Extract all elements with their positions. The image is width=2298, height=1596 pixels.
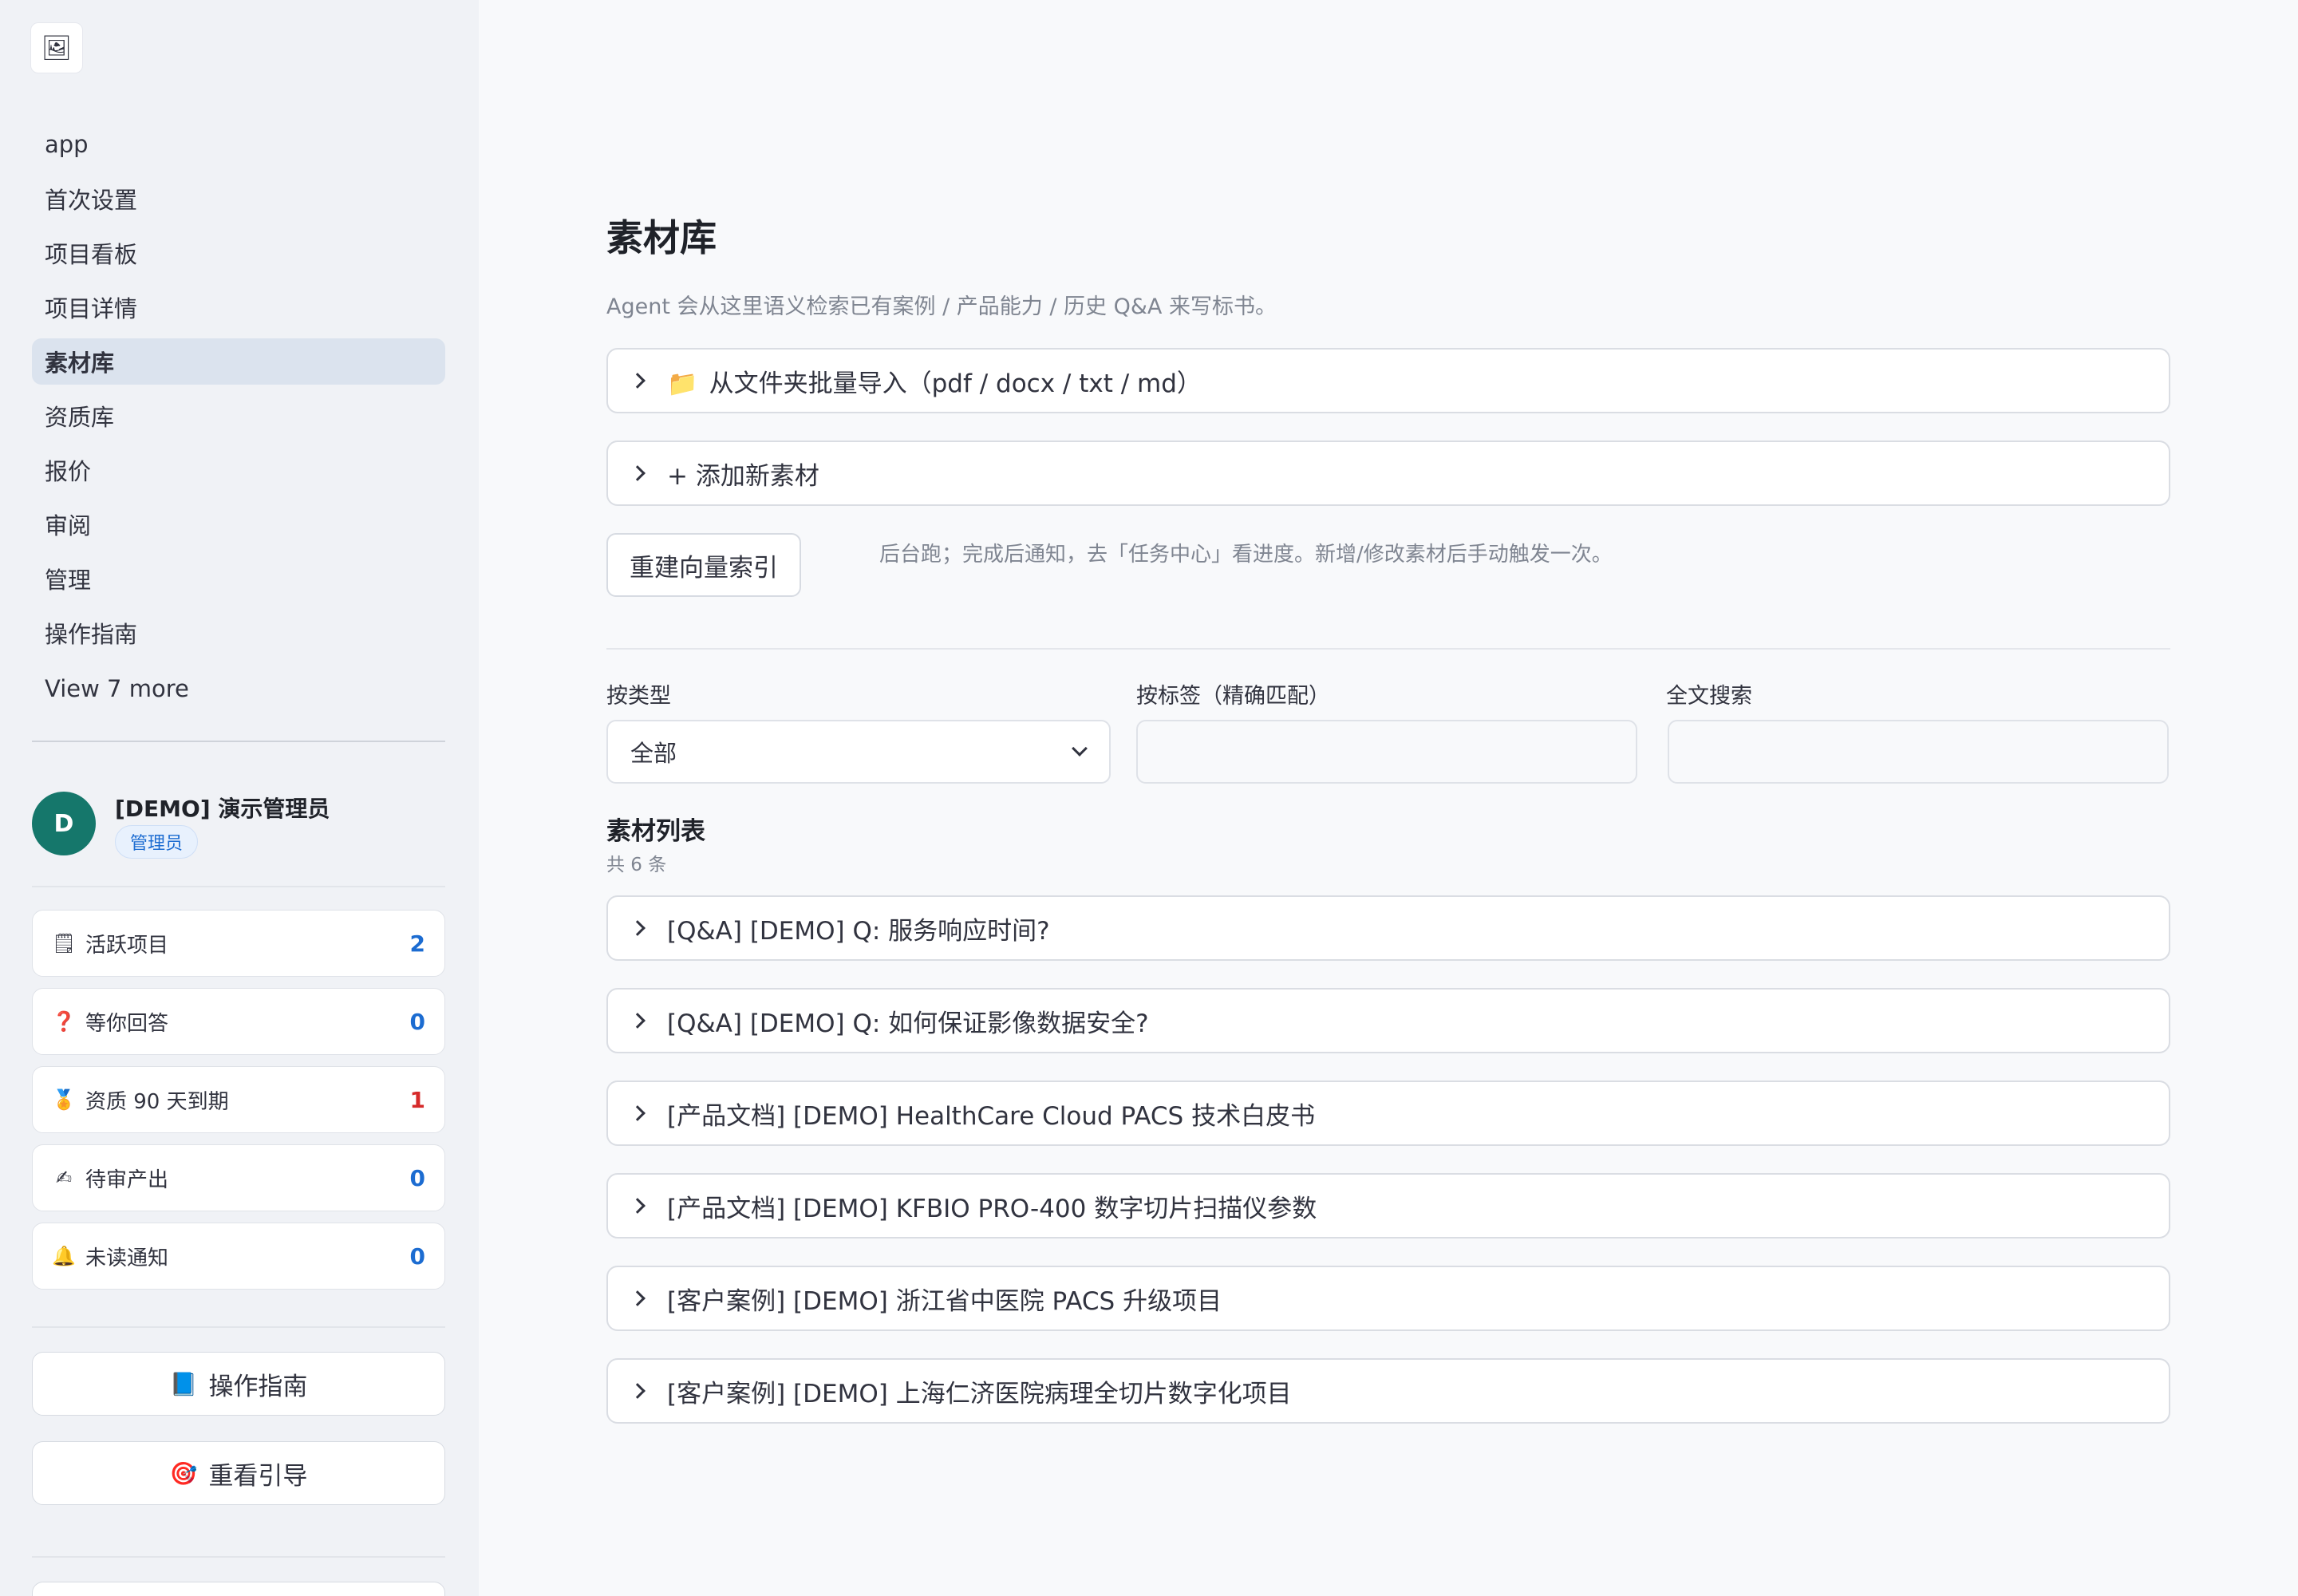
nav-item-first-setup[interactable]: 首次设置: [32, 176, 445, 222]
stat-value: 0: [409, 1008, 425, 1035]
sidebar: 🖼 app 首次设置 项目看板 项目详情 素材库 资质库 报价 审阅 管理 操作…: [0, 0, 479, 1596]
sidebar-nav: app 首次设置 项目看板 项目详情 素材库 资质库 报价 审阅 管理 操作指南…: [32, 121, 445, 713]
chevron-right-icon: [630, 1290, 646, 1306]
stat-label: 资质 90 天到期: [85, 1089, 229, 1114]
notepad-icon: 🗒: [52, 932, 77, 954]
type-select-value: 全部: [630, 740, 677, 767]
medal-icon: 🏅: [52, 1088, 76, 1111]
user-divider: [32, 886, 445, 887]
list-item-label: [产品文档] [DEMO] HealthCare Cloud PACS 技术白皮…: [667, 1101, 1316, 1131]
tag-filter-input[interactable]: [1136, 720, 1637, 784]
stat-label: 待审产出: [85, 1167, 169, 1192]
add-material-label: + 添加新素材: [667, 461, 819, 491]
stat-qualification-expiring[interactable]: 🏅 资质 90 天到期 1: [32, 1066, 445, 1133]
guide-button-label: 操作指南: [208, 1372, 308, 1401]
writing-hand-icon: ✍: [55, 1167, 73, 1189]
question-icon: ❓: [52, 1010, 76, 1033]
view-more-link[interactable]: View 7 more: [32, 664, 445, 713]
material-list: [Q&A] [DEMO] Q: 服务响应时间? [Q&A] [DEMO] Q: …: [606, 895, 2170, 1451]
tag-filter-label: 按标签（精确匹配）: [1136, 684, 1330, 709]
page-title: 素材库: [606, 216, 717, 259]
nav-item-app[interactable]: app: [32, 121, 445, 168]
target-icon: 🎯: [169, 1460, 198, 1487]
rebuild-index-button[interactable]: 重建向量索引: [606, 533, 801, 597]
folder-icon: 📁: [667, 369, 698, 398]
user-card: D [DEMO] 演示管理员 管理员: [32, 792, 445, 860]
stat-label: 活跃项目: [85, 933, 169, 958]
chevron-right-icon: [630, 1383, 646, 1399]
add-material-expander[interactable]: + 添加新素材: [606, 440, 2170, 506]
stat-label: 等你回答: [85, 1011, 169, 1036]
bell-icon: 🔔: [52, 1245, 76, 1267]
list-item-label: [产品文档] [DEMO] KFBIO PRO-400 数字切片扫描仪参数: [667, 1194, 1317, 1223]
import-expander[interactable]: 📁 从文件夹批量导入（pdf / docx / txt / md）: [606, 348, 2170, 413]
chevron-right-icon: [630, 465, 646, 481]
chevron-right-icon: [630, 1013, 646, 1029]
chevron-right-icon: [630, 1105, 646, 1121]
stats-divider: [32, 1326, 445, 1328]
stat-unread-notifications[interactable]: 🔔 未读通知 0: [32, 1223, 445, 1290]
list-item[interactable]: [产品文档] [DEMO] KFBIO PRO-400 数字切片扫描仪参数: [606, 1173, 2170, 1238]
stat-value: 2: [409, 930, 425, 957]
list-count: 共 6 条: [606, 855, 667, 875]
stats-list: 🗒 活跃项目 2 ❓ 等你回答 0 🏅 资质 90 天到期 1 ✍ 待审产出 0…: [32, 910, 445, 1301]
stat-active-projects[interactable]: 🗒 活跃项目 2: [32, 910, 445, 977]
user-name: [DEMO] 演示管理员: [115, 796, 330, 822]
import-expander-label: 从文件夹批量导入（pdf / docx / txt / md）: [709, 369, 1202, 398]
nav-item-admin[interactable]: 管理: [32, 555, 445, 602]
avatar: D: [32, 792, 96, 855]
list-title: 素材列表: [606, 817, 705, 846]
nav-item-quote[interactable]: 报价: [32, 447, 445, 493]
nav-item-review[interactable]: 审阅: [32, 501, 445, 547]
chevron-right-icon: [630, 920, 646, 936]
onboarding-button-label: 重看引导: [208, 1461, 308, 1491]
nav-item-material-library[interactable]: 素材库: [32, 338, 445, 385]
list-item[interactable]: [Q&A] [DEMO] Q: 如何保证影像数据安全?: [606, 988, 2170, 1053]
list-item[interactable]: [产品文档] [DEMO] HealthCare Cloud PACS 技术白皮…: [606, 1080, 2170, 1146]
sidebar-bottom-card[interactable]: [32, 1582, 445, 1596]
main-content: 素材库 Agent 会从这里语义检索已有案例 / 产品能力 / 历史 Q&A 来…: [606, 0, 2170, 1596]
onboarding-button[interactable]: 🎯 重看引导: [32, 1441, 445, 1505]
stat-label: 未读通知: [85, 1246, 169, 1270]
list-item[interactable]: [Q&A] [DEMO] Q: 服务响应时间?: [606, 895, 2170, 961]
chevron-right-icon: [630, 373, 646, 389]
list-item-label: [客户案例] [DEMO] 上海仁济医院病理全切片数字化项目: [667, 1379, 1292, 1408]
list-item[interactable]: [客户案例] [DEMO] 上海仁济医院病理全切片数字化项目: [606, 1358, 2170, 1424]
list-item-label: [客户案例] [DEMO] 浙江省中医院 PACS 升级项目: [667, 1286, 1222, 1316]
stat-value: 0: [409, 1164, 425, 1191]
nav-item-project-board[interactable]: 项目看板: [32, 230, 445, 276]
list-item[interactable]: [客户案例] [DEMO] 浙江省中医院 PACS 升级项目: [606, 1266, 2170, 1331]
chevron-down-icon: [1072, 741, 1088, 757]
nav-divider: [32, 741, 445, 742]
chevron-right-icon: [630, 1198, 646, 1214]
nav-item-guide[interactable]: 操作指南: [32, 610, 445, 656]
nav-item-project-detail[interactable]: 项目详情: [32, 284, 445, 330]
list-item-label: [Q&A] [DEMO] Q: 服务响应时间?: [667, 916, 1050, 946]
stat-awaiting-answer[interactable]: ❓ 等你回答 0: [32, 988, 445, 1055]
guide-button[interactable]: 📘 操作指南: [32, 1352, 445, 1416]
type-select[interactable]: 全部: [606, 720, 1111, 784]
stat-value: 1: [409, 1086, 425, 1113]
role-badge: 管理员: [115, 825, 199, 859]
search-input[interactable]: [1668, 720, 2169, 784]
import-expander-label-wrap: 📁 从文件夹批量导入（pdf / docx / txt / md）: [667, 363, 1202, 399]
list-item-label: [Q&A] [DEMO] Q: 如何保证影像数据安全?: [667, 1009, 1149, 1038]
rebuild-hint: 后台跑；完成后通知，去「任务中心」看进度。新增/修改素材后手动触发一次。: [879, 543, 1613, 567]
type-filter-label: 按类型: [606, 684, 671, 709]
page-description: Agent 会从这里语义检索已有案例 / 产品能力 / 历史 Q&A 来写标书。: [606, 294, 1277, 319]
stat-pending-review[interactable]: ✍ 待审产出 0: [32, 1144, 445, 1211]
nav-item-qualification-library[interactable]: 资质库: [32, 393, 445, 439]
app-logo-icon[interactable]: 🖼: [30, 22, 83, 73]
bottom-divider: [32, 1556, 445, 1558]
section-divider: [606, 648, 2170, 650]
search-label: 全文搜索: [1666, 684, 1752, 709]
stat-value: 0: [409, 1242, 425, 1270]
book-icon: 📘: [169, 1370, 198, 1397]
